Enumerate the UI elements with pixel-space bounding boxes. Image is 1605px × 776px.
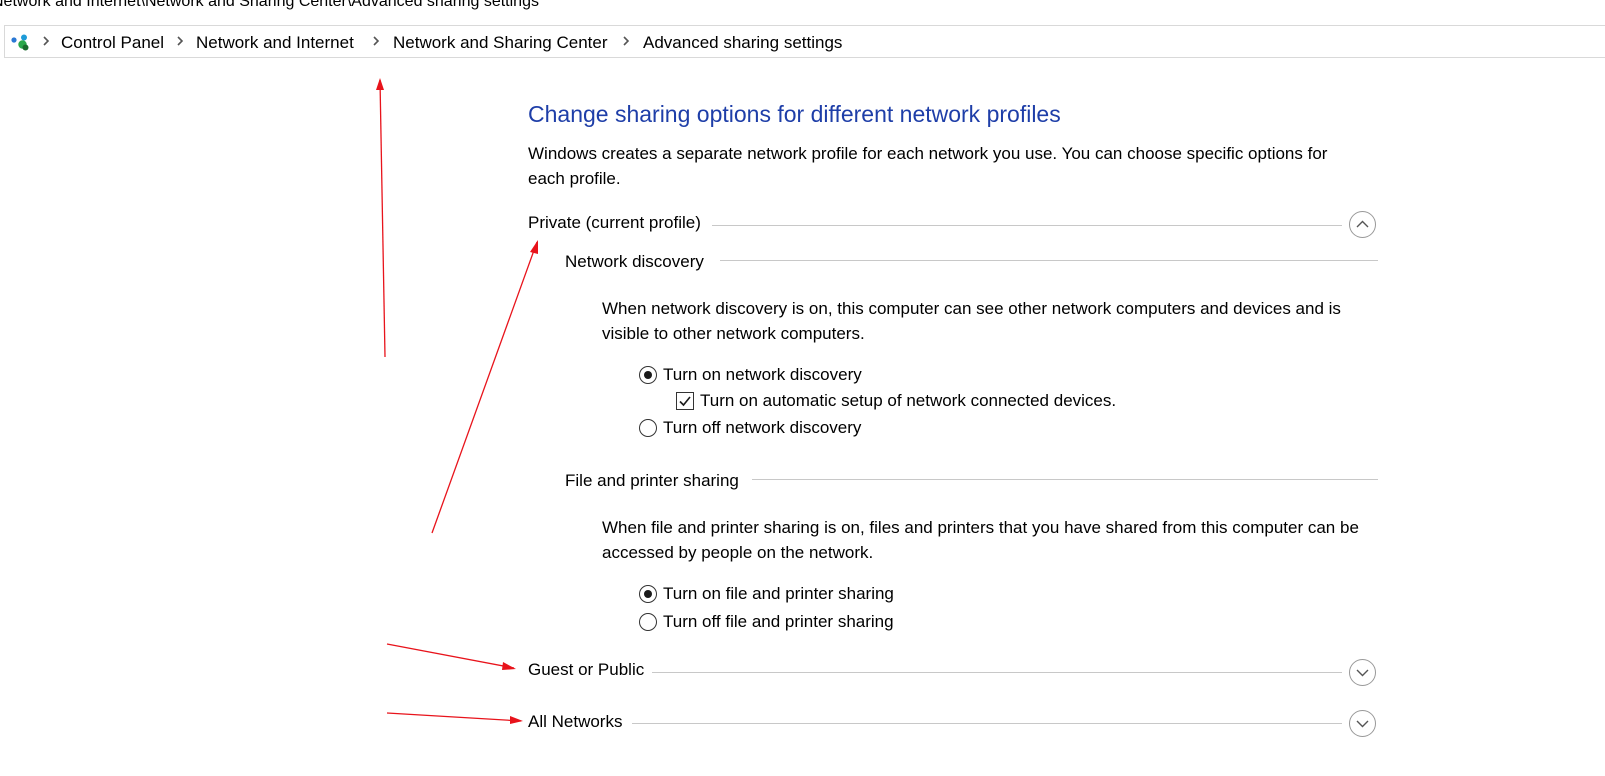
network-discovery-off-radio[interactable] — [639, 419, 657, 437]
breadcrumb-control-panel[interactable]: Control Panel — [61, 33, 164, 53]
profile-private-header[interactable]: Private (current profile) — [528, 213, 709, 233]
network-discovery-on-option[interactable]: Turn on network discovery — [639, 364, 862, 386]
network-discovery-off-option[interactable]: Turn off network discovery — [639, 417, 861, 439]
auto-setup-label[interactable]: Turn on automatic setup of network conne… — [700, 391, 1116, 411]
file-sharing-off-option[interactable]: Turn off file and printer sharing — [639, 611, 894, 633]
network-globe-icon[interactable] — [10, 32, 30, 52]
divider-line — [720, 260, 1378, 261]
chevron-right-icon[interactable] — [175, 34, 185, 48]
file-printer-sharing-header: File and printer sharing — [565, 471, 747, 491]
expand-all-networks-button[interactable] — [1349, 710, 1376, 737]
auto-setup-checkbox[interactable] — [676, 392, 694, 410]
auto-setup-option[interactable]: Turn on automatic setup of network conne… — [676, 390, 1116, 412]
file-sharing-on-option[interactable]: Turn on file and printer sharing — [639, 583, 894, 605]
annotation-arrow-all-networks — [386, 712, 522, 722]
network-discovery-off-label[interactable]: Turn off network discovery — [663, 418, 861, 438]
intro-text: Windows creates a separate network profi… — [528, 144, 1328, 188]
expand-guest-public-button[interactable] — [1349, 659, 1376, 686]
profile-all-networks-header[interactable]: All Networks — [528, 712, 631, 732]
checkmark-icon — [679, 396, 691, 407]
chevron-right-icon[interactable] — [621, 34, 631, 48]
network-discovery-on-radio[interactable] — [639, 366, 657, 384]
chevron-right-icon[interactable] — [371, 34, 381, 48]
network-discovery-header: Network discovery — [565, 252, 712, 272]
collapse-private-button[interactable] — [1349, 211, 1376, 238]
network-discovery-description: When network discovery is on, this compu… — [602, 299, 1341, 343]
chevron-right-icon[interactable] — [41, 34, 51, 48]
divider-line — [712, 225, 1342, 226]
profile-guest-public-header[interactable]: Guest or Public — [528, 660, 653, 680]
file-sharing-off-label[interactable]: Turn off file and printer sharing — [663, 612, 894, 632]
file-sharing-off-radio[interactable] — [639, 613, 657, 631]
annotation-arrowhead — [510, 716, 523, 724]
chevron-down-icon — [1356, 720, 1369, 728]
breadcrumb-advanced-sharing-settings[interactable]: Advanced sharing settings — [643, 33, 842, 53]
annotation-arrow-breadcrumb — [379, 79, 386, 358]
annotation-arrow-private — [431, 241, 538, 534]
file-printer-sharing-description: When file and printer sharing is on, fil… — [602, 518, 1359, 562]
breadcrumb-network-sharing-center[interactable]: Network and Sharing Center — [393, 33, 608, 53]
file-sharing-on-radio[interactable] — [639, 585, 657, 603]
divider-line — [632, 723, 1342, 724]
breadcrumb: Control Panel Network and Internet Netwo… — [4, 25, 1605, 58]
divider-line — [752, 479, 1378, 480]
chevron-up-icon — [1356, 220, 1369, 228]
chevron-down-icon — [1356, 669, 1369, 677]
annotation-arrow-guest-public — [386, 643, 515, 669]
page-title: Change sharing options for different net… — [528, 101, 1061, 127]
breadcrumb-network-and-internet[interactable]: Network and Internet — [196, 33, 354, 53]
divider-line — [651, 672, 1342, 673]
file-sharing-on-label[interactable]: Turn on file and printer sharing — [663, 584, 894, 604]
window-title-path: Network and Internet\Network and Sharing… — [0, 0, 539, 10]
annotation-arrowhead — [376, 78, 384, 90]
network-discovery-on-label[interactable]: Turn on network discovery — [663, 365, 862, 385]
annotation-arrowhead — [530, 240, 538, 254]
annotation-arrowhead — [502, 662, 516, 670]
